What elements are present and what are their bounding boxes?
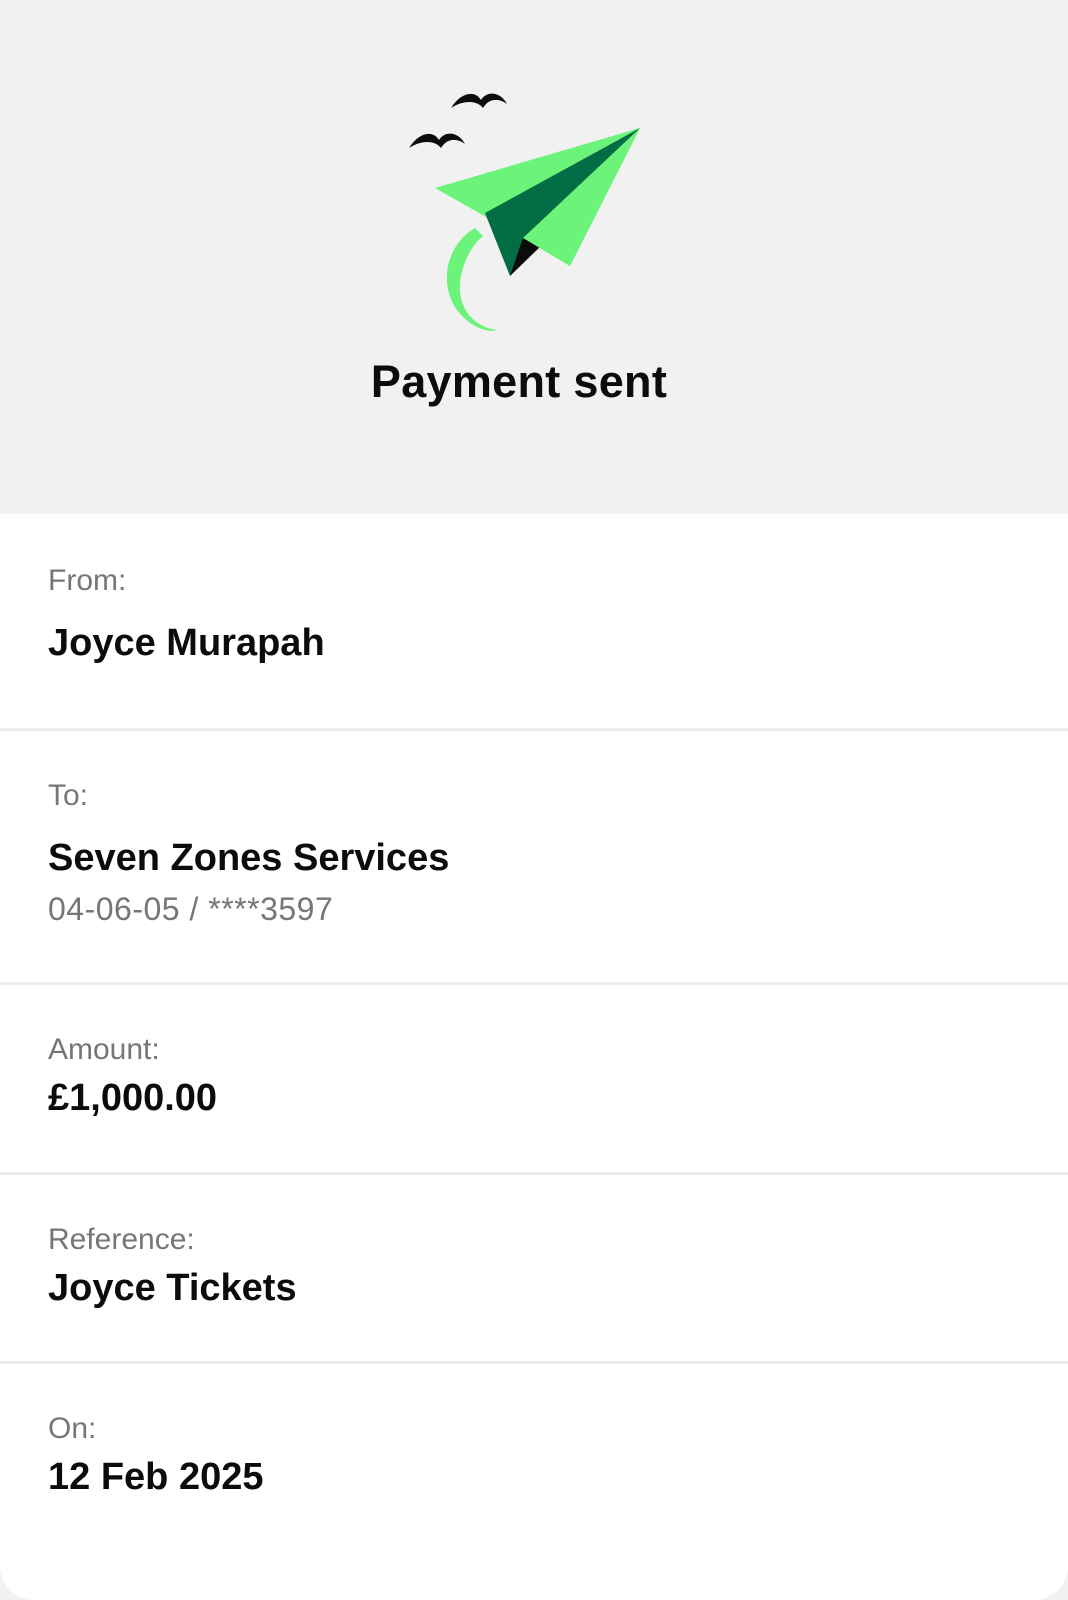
- paper-plane-with-birds-icon: [409, 93, 640, 331]
- amount-value: £1,000.00: [48, 1077, 218, 1119]
- to-value: Seven Zones Services: [48, 837, 450, 879]
- amount-row: Amount: £1,000.00: [0, 985, 1068, 1175]
- date-value: 12 Feb 2025: [48, 1456, 264, 1498]
- date-row: On: 12 Feb 2025: [0, 1364, 1068, 1600]
- to-label: To:: [48, 779, 89, 812]
- to-row: To: Seven Zones Services 04-06-05 / ****…: [0, 731, 1068, 985]
- date-label: On:: [48, 1412, 97, 1445]
- to-account-number: 04-06-05 / ****3597: [48, 891, 334, 927]
- from-value: Joyce Murapah: [48, 622, 325, 664]
- amount-label: Amount:: [48, 1033, 160, 1066]
- confirmation-header: Payment sent: [0, 0, 1068, 514]
- page-title: Payment sent: [370, 356, 668, 407]
- reference-row: Reference: Joyce Tickets: [0, 1175, 1068, 1364]
- reference-label: Reference:: [48, 1223, 195, 1256]
- from-row: From: Joyce Murapah: [0, 514, 1068, 731]
- payment-confirmation-screen: Payment sent From: Joyce Murapah To: Sev…: [0, 0, 1068, 1600]
- payment-details-card: From: Joyce Murapah To: Seven Zones Serv…: [0, 514, 1068, 1600]
- reference-value: Joyce Tickets: [48, 1267, 297, 1309]
- from-label: From:: [48, 564, 127, 597]
